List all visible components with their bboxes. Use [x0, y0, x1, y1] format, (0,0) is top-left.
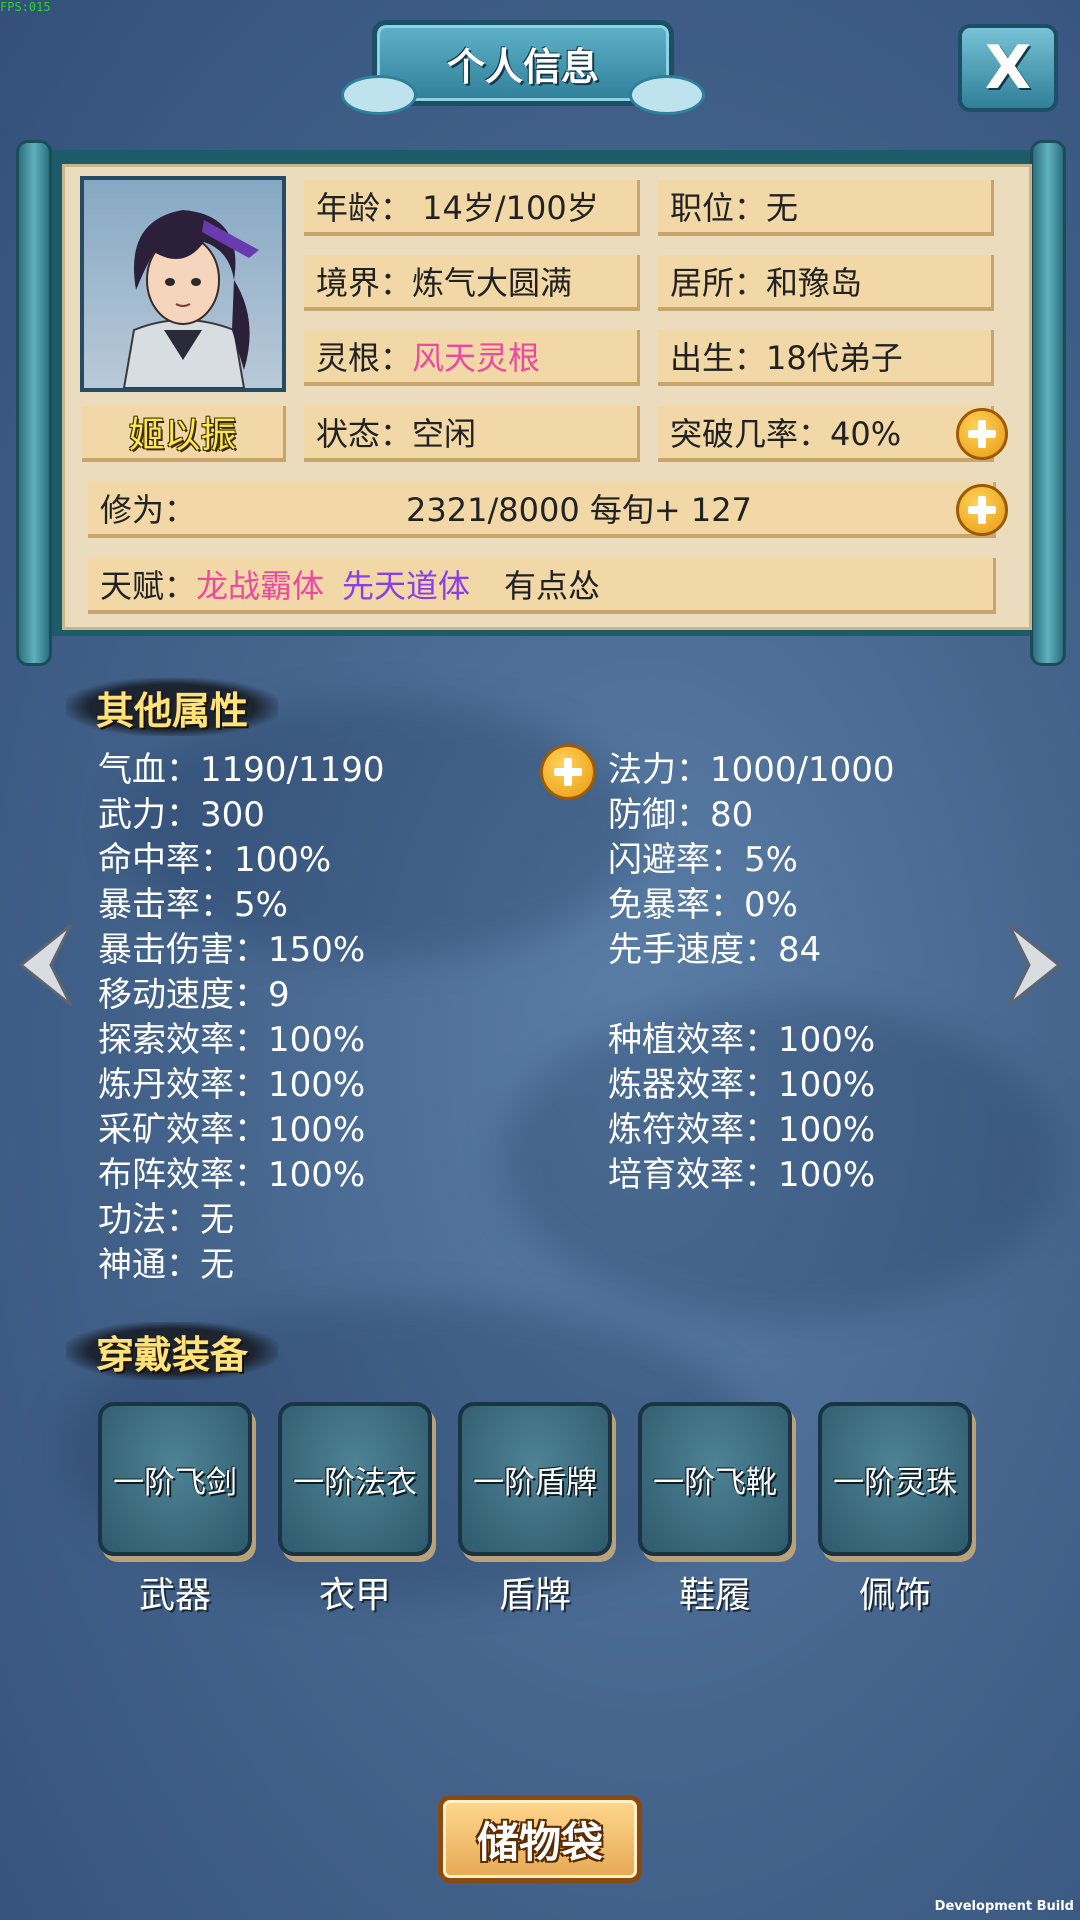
attribute-stat: 培育效率：100% — [608, 1155, 876, 1195]
equip-item-name: 一阶飞剑 — [113, 1464, 237, 1501]
character-portrait — [80, 176, 286, 392]
position-field: 职位：无 — [658, 180, 994, 236]
equip-slot-weapon[interactable]: 一阶飞剑 — [98, 1402, 252, 1556]
equip-type-label: 衣甲 — [318, 1575, 391, 1616]
birth-field: 出生：18代弟子 — [658, 330, 994, 386]
talent-field: 天赋： 龙战霸体 先天道体 有点怂 — [88, 558, 996, 614]
spirit-root-value: 风天灵根 — [412, 339, 541, 377]
attribute-stat: 探索效率：100% — [98, 1020, 366, 1060]
realm-text: 境界：炼气大圆满 — [316, 264, 573, 302]
cloud-ornament — [341, 75, 417, 115]
status-text: 状态：空闲 — [316, 415, 477, 453]
residence-field: 居所：和豫岛 — [658, 255, 994, 311]
attribute-stat: 暴击率：5% — [98, 885, 288, 925]
attribute-stat: 先手速度：84 — [608, 930, 822, 970]
chevron-right-icon[interactable] — [1004, 920, 1064, 1010]
realm-field: 境界：炼气大圆满 — [304, 255, 640, 311]
talent-3: 有点怂 — [504, 567, 601, 605]
storage-bag-label: 储物袋 — [476, 1817, 603, 1867]
equip-type-label: 盾牌 — [498, 1575, 571, 1616]
equipment-title: 穿戴装备 — [96, 1332, 249, 1377]
attribute-stat: 采矿效率：100% — [98, 1110, 366, 1150]
cultivation-plus-button[interactable] — [956, 484, 1008, 536]
talent-1: 龙战霸体 — [196, 567, 325, 605]
age-text: 年龄： 14岁/100岁 — [316, 189, 599, 227]
storage-bag-button[interactable]: 储物袋 — [438, 1795, 642, 1883]
talent-2: 先天道体 — [342, 567, 471, 605]
residence-text: 居所：和豫岛 — [670, 264, 863, 302]
equip-item-name: 一阶飞靴 — [653, 1464, 777, 1501]
attribute-stat: 闪避率：5% — [608, 840, 798, 880]
page-title: 个人信息 — [446, 44, 599, 89]
breakthrough-field: 突破几率：40% — [658, 406, 994, 462]
age-field: 年龄： 14岁/100岁 — [304, 180, 640, 236]
attribute-stat: 防御：80 — [608, 795, 754, 835]
attribute-stat: 炼丹效率：100% — [98, 1065, 366, 1105]
cultivation-label: 修为： — [100, 491, 197, 529]
breakthrough-text: 突破几率：40% — [670, 415, 902, 453]
equip-type-label: 佩饰 — [858, 1575, 931, 1616]
cultivation-field: 修为： 2321/8000 每旬+ 127 — [88, 482, 996, 538]
other-attributes-heading: 其他属性 — [66, 678, 279, 736]
attribute-stat: 法力：1000/1000 — [608, 750, 895, 790]
attribute-plus-button[interactable] — [540, 744, 596, 800]
equip-item-name: 一阶法衣 — [293, 1464, 417, 1501]
character-avatar — [122, 210, 259, 388]
attribute-stat: 种植效率：100% — [608, 1020, 876, 1060]
equipment-heading: 穿戴装备 — [66, 1322, 279, 1380]
close-icon: X — [984, 33, 1032, 103]
attribute-stat: 免暴率：0% — [608, 885, 798, 925]
cloud-ornament — [629, 75, 705, 115]
attribute-stat: 炼符效率：100% — [608, 1110, 876, 1150]
position-text: 职位：无 — [670, 189, 799, 227]
close-button[interactable]: X — [958, 24, 1058, 112]
scroll-rod-right — [1030, 140, 1066, 666]
scroll-rod-left — [16, 140, 52, 666]
equip-item-name: 一阶盾牌 — [473, 1464, 597, 1501]
equip-item-name: 一阶灵珠 — [833, 1464, 957, 1501]
attribute-stat: 暴击伤害：150% — [98, 930, 366, 970]
attribute-stat: 炼器效率：100% — [608, 1065, 876, 1105]
character-name-plate: 姬以振 — [82, 406, 286, 462]
attribute-stat: 气血：1190/1190 — [98, 750, 385, 790]
cultivation-value: 2321/8000 每旬+ 127 — [406, 491, 752, 529]
character-name: 姬以振 — [128, 415, 237, 456]
talent-label: 天赋： — [100, 567, 197, 605]
attribute-stat: 神通：无 — [98, 1245, 234, 1285]
status-field: 状态：空闲 — [304, 406, 640, 462]
development-build-label: Development Build — [934, 1899, 1074, 1914]
equip-slot-shield[interactable]: 一阶盾牌 — [458, 1402, 612, 1556]
equip-type-label: 鞋履 — [678, 1575, 751, 1616]
equip-slot-armor[interactable]: 一阶法衣 — [278, 1402, 432, 1556]
attribute-stat: 命中率：100% — [98, 840, 332, 880]
breakthrough-plus-button[interactable] — [956, 408, 1008, 460]
birth-text: 出生：18代弟子 — [670, 339, 903, 377]
spirit-root-field: 灵根： 风天灵根 — [304, 330, 640, 386]
attribute-stat: 武力：300 — [98, 795, 265, 835]
attribute-stat: 布阵效率：100% — [98, 1155, 366, 1195]
equip-type-label: 武器 — [138, 1575, 211, 1616]
attribute-stat: 功法：无 — [98, 1200, 234, 1240]
spirit-root-label: 灵根： — [316, 339, 413, 377]
fps-counter: FPS:015 — [0, 0, 51, 14]
chevron-left-icon[interactable] — [16, 920, 76, 1010]
equip-slot-boots[interactable]: 一阶飞靴 — [638, 1402, 792, 1556]
attribute-stat: 移动速度：9 — [98, 975, 290, 1015]
equip-slot-accessory[interactable]: 一阶灵珠 — [818, 1402, 972, 1556]
other-attributes-title: 其他属性 — [96, 688, 249, 733]
title-banner: 个人信息 — [341, 20, 705, 115]
